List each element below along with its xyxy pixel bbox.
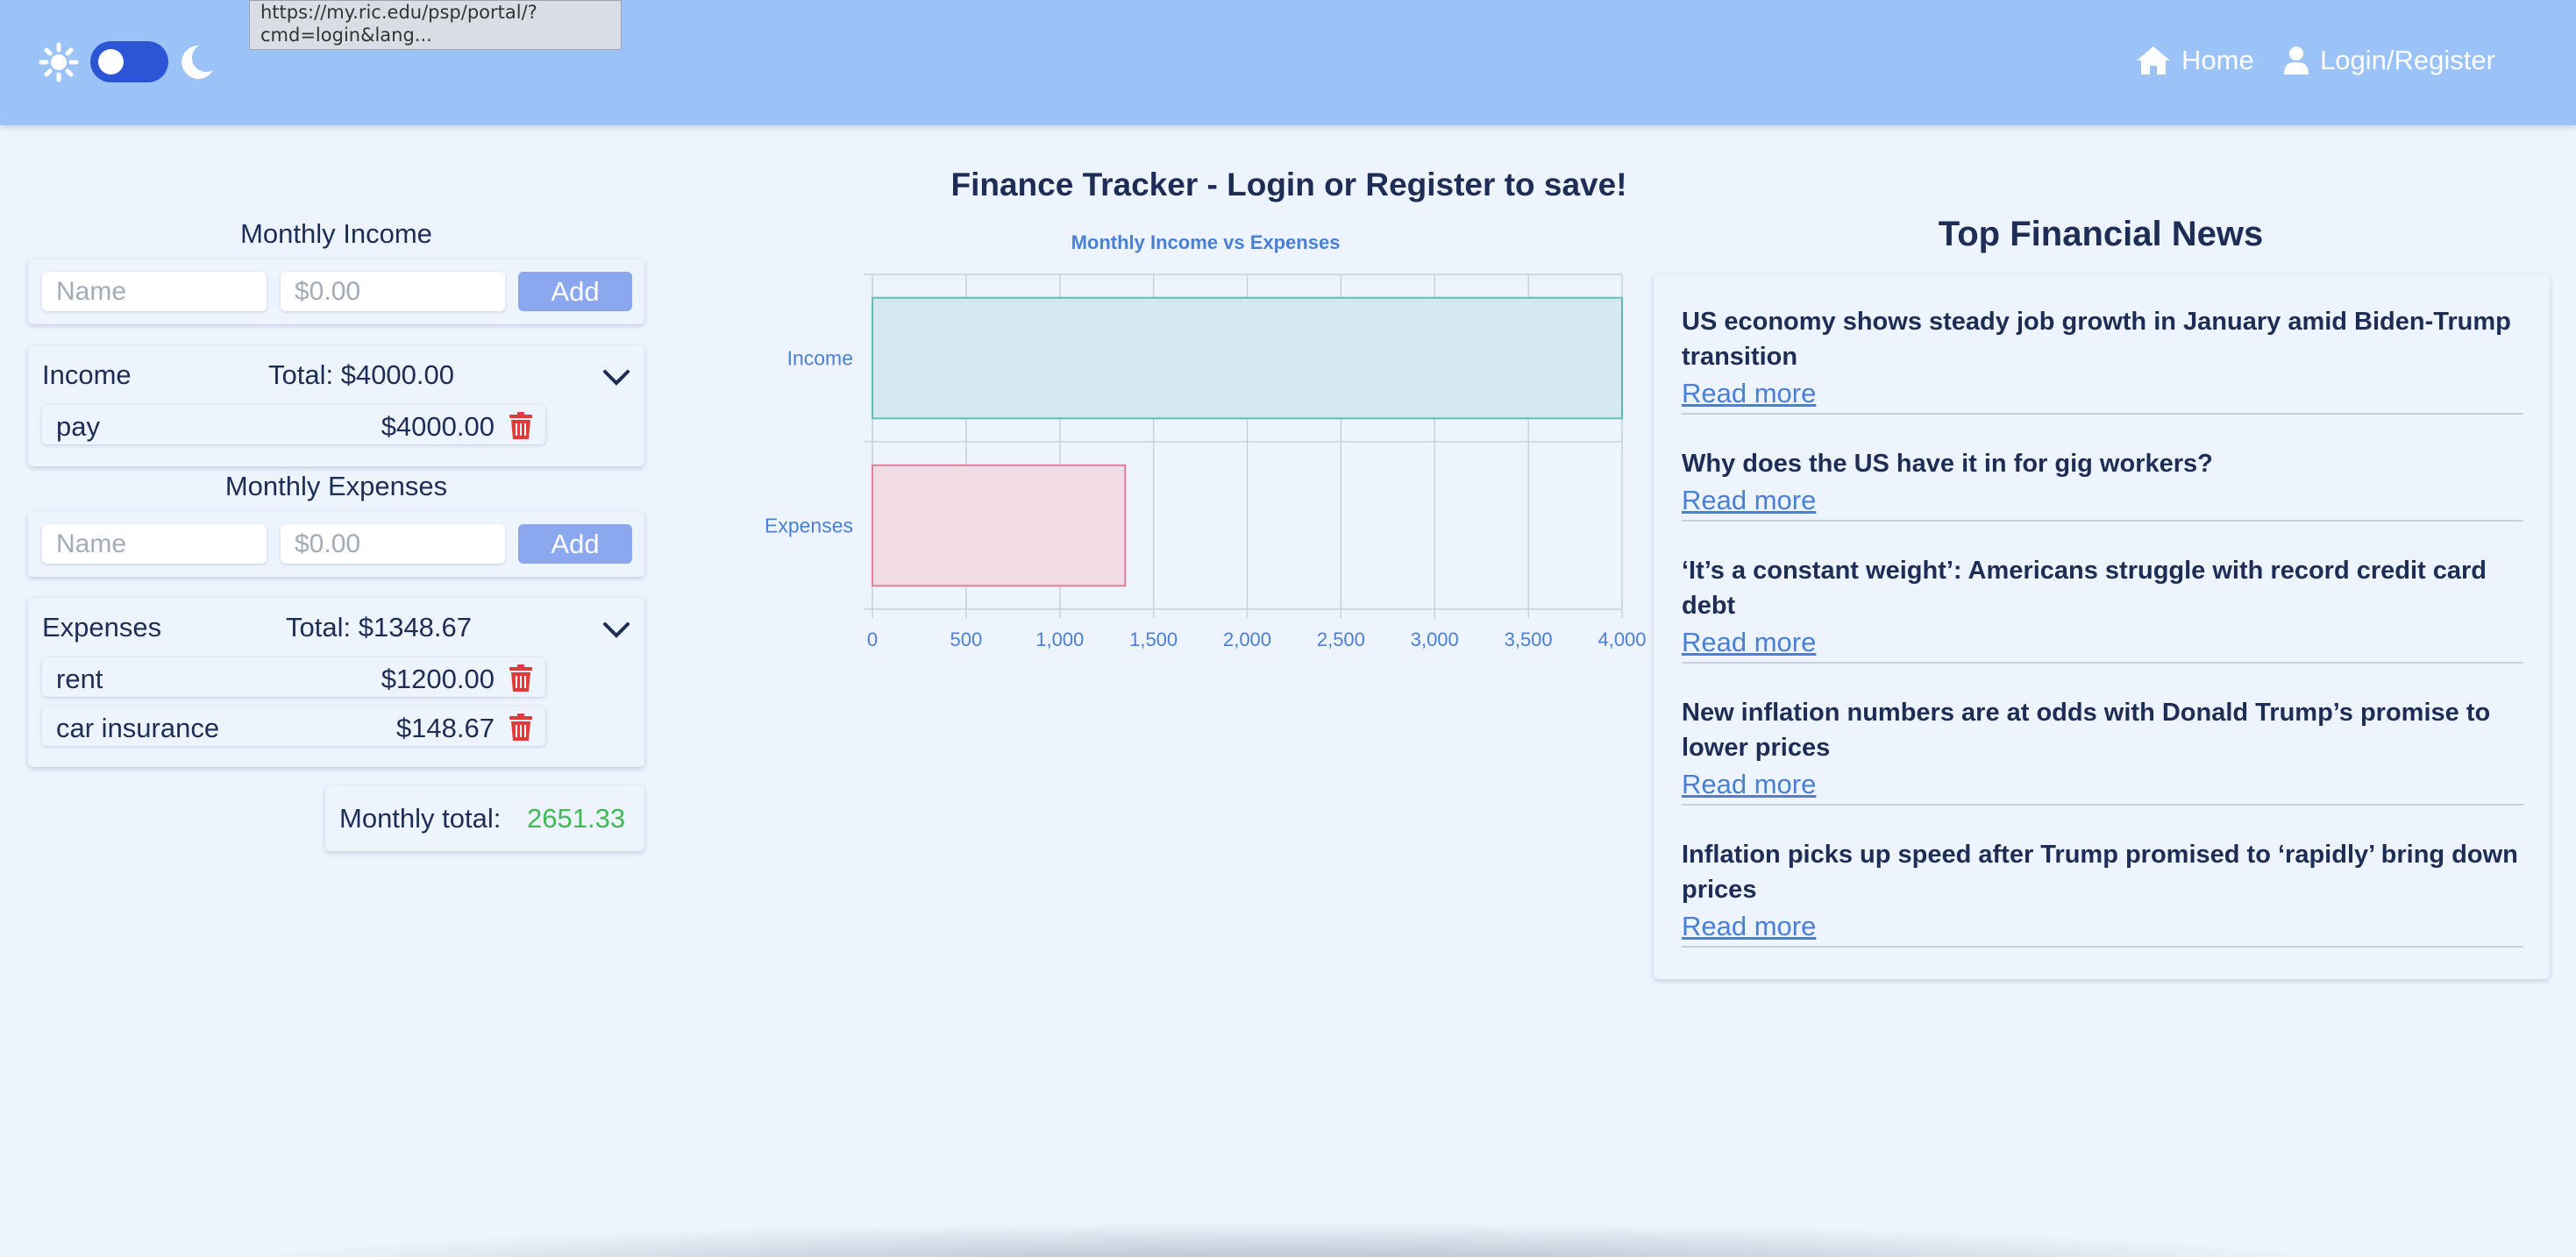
tooltip-line-2: cmd=login&lang... bbox=[260, 25, 432, 46]
nav-home-label: Home bbox=[2181, 45, 2254, 75]
expenses-group: Expenses Total: $1348.67 rent $1200.00 c… bbox=[28, 598, 644, 767]
theme-toggle[interactable] bbox=[90, 41, 168, 82]
add-income-button[interactable]: Add bbox=[518, 272, 632, 311]
income-expense-chart: Monthly Income vs Expenses Income Expense… bbox=[765, 231, 1647, 650]
tick-label: 2,000 bbox=[1223, 628, 1271, 650]
add-expense-button[interactable]: Add bbox=[518, 524, 632, 564]
read-more-link[interactable]: Read more bbox=[1682, 374, 1816, 413]
expenses-section-title: Monthly Expenses bbox=[224, 471, 448, 501]
user-icon bbox=[2284, 46, 2309, 75]
trash-icon[interactable] bbox=[509, 664, 533, 692]
category-label: Expenses bbox=[765, 515, 853, 537]
income-group-label: Income bbox=[42, 359, 132, 390]
trash-icon[interactable] bbox=[509, 412, 533, 440]
nav-login-label: Login/Register bbox=[2320, 45, 2495, 75]
chart-category-labels: Income Expenses bbox=[765, 347, 853, 537]
news-item: ‘It’s a constant weight’: Americans stru… bbox=[1682, 553, 2523, 664]
news-title: Top Financial News bbox=[1938, 215, 2264, 253]
income-section-title: Monthly Income bbox=[240, 218, 432, 249]
news-card: US economy shows steady job growth in Ja… bbox=[1654, 274, 2550, 979]
tick-label: 0 bbox=[867, 628, 878, 650]
news-item: US economy shows steady job growth in Ja… bbox=[1682, 304, 2523, 415]
news-headline: Inflation picks up speed after Trump pro… bbox=[1682, 841, 2518, 904]
news-item: New inflation numbers are at odds with D… bbox=[1682, 695, 2523, 806]
expense-item: rent $1200.00 bbox=[42, 657, 545, 697]
toggle-knob bbox=[98, 49, 124, 75]
read-more-link[interactable]: Read more bbox=[1682, 907, 1816, 946]
nav-login-link[interactable]: Login/Register bbox=[2283, 40, 2495, 81]
page-title: Finance Tracker - Login or Register to s… bbox=[950, 167, 1627, 202]
moon-icon[interactable] bbox=[180, 44, 215, 81]
tick-label: 500 bbox=[950, 628, 983, 650]
income-form: Add bbox=[28, 259, 644, 324]
expense-item: car insurance $148.67 bbox=[42, 707, 545, 746]
income-item-amount: $4000.00 bbox=[381, 411, 495, 442]
chevron-down-icon[interactable] bbox=[602, 368, 630, 387]
monthly-total-label: Monthly total: bbox=[339, 803, 502, 834]
income-item: pay $4000.00 bbox=[42, 405, 545, 444]
tooltip-line-1: https://my.ric.edu/psp/portal/? bbox=[260, 2, 537, 23]
tick-label: 3,500 bbox=[1505, 628, 1553, 650]
news-headline: New inflation numbers are at odds with D… bbox=[1682, 699, 2491, 762]
income-group: Income Total: $4000.00 pay $4000.00 bbox=[28, 345, 644, 466]
navbar: https://my.ric.edu/psp/portal/? cmd=logi… bbox=[0, 0, 2576, 125]
home-icon bbox=[2137, 46, 2170, 75]
income-item-name: pay bbox=[56, 411, 100, 442]
income-total: Total: $4000.00 bbox=[268, 359, 455, 390]
income-amount-input[interactable] bbox=[281, 272, 505, 311]
bottom-shadow bbox=[0, 1213, 2576, 1257]
expense-item-name: car insurance bbox=[56, 713, 220, 743]
tick-label: 3,000 bbox=[1411, 628, 1459, 650]
bar-income bbox=[872, 296, 1623, 420]
nav-home-link[interactable]: Home bbox=[2136, 40, 2254, 81]
chevron-down-icon[interactable] bbox=[602, 621, 630, 640]
expenses-group-label: Expenses bbox=[42, 612, 162, 643]
expense-name-input[interactable] bbox=[42, 524, 267, 564]
expense-amount-input[interactable] bbox=[281, 524, 505, 564]
expenses-total: Total: $1348.67 bbox=[286, 612, 473, 643]
news-headline: ‘It’s a constant weight’: Americans stru… bbox=[1682, 557, 2487, 620]
bar-expenses bbox=[872, 464, 1127, 587]
link-tooltip: https://my.ric.edu/psp/portal/? cmd=logi… bbox=[249, 0, 622, 50]
sun-icon[interactable] bbox=[39, 42, 79, 82]
tick-label: 2,500 bbox=[1317, 628, 1365, 650]
read-more-link[interactable]: Read more bbox=[1682, 481, 1816, 520]
income-name-input[interactable] bbox=[42, 272, 267, 311]
news-headline: US economy shows steady job growth in Ja… bbox=[1682, 308, 2511, 371]
expense-item-amount: $148.67 bbox=[395, 713, 495, 743]
expense-form: Add bbox=[28, 512, 644, 577]
expense-item-amount: $1200.00 bbox=[381, 664, 495, 694]
news-item: Why does the US have it in for gig worke… bbox=[1682, 446, 2523, 522]
chart-tick-labels: 0 500 1,000 1,500 2,000 2,500 3,000 3,500 4,000 bbox=[867, 628, 1647, 650]
monthly-total-card: Monthly total: 2651.33 bbox=[325, 785, 644, 851]
expense-item-name: rent bbox=[56, 664, 103, 694]
trash-icon[interactable] bbox=[509, 714, 533, 742]
chart-title: Monthly Income vs Expenses bbox=[1071, 231, 1341, 253]
read-more-link[interactable]: Read more bbox=[1682, 623, 1816, 662]
news-headline: Why does the US have it in for gig worke… bbox=[1682, 450, 2213, 478]
read-more-link[interactable]: Read more bbox=[1682, 765, 1816, 804]
tick-label: 1,000 bbox=[1035, 628, 1084, 650]
category-label: Income bbox=[787, 347, 853, 370]
monthly-total-value: 2651.33 bbox=[527, 803, 626, 834]
tick-label: 1,500 bbox=[1129, 628, 1178, 650]
news-item: Inflation picks up speed after Trump pro… bbox=[1682, 837, 2523, 948]
tick-label: 4,000 bbox=[1598, 628, 1646, 650]
